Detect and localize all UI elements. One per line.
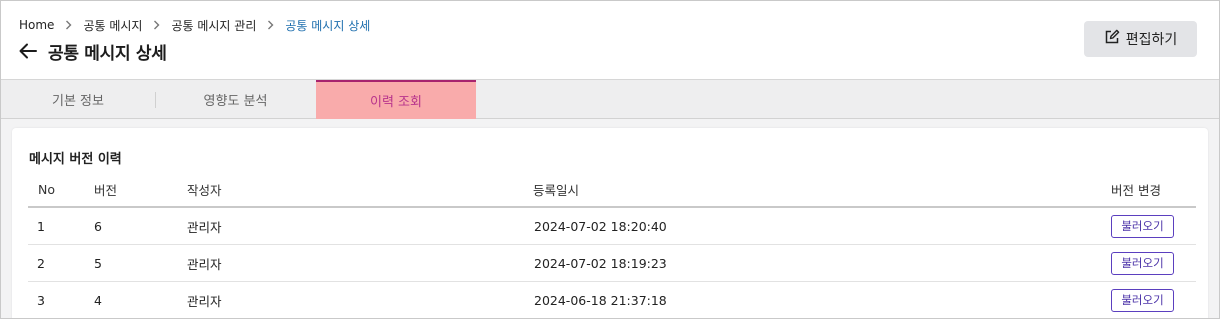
cell-version: 4 — [94, 292, 102, 308]
breadcrumb-common-message[interactable]: 공통 메시지 — [83, 17, 142, 34]
chevron-right-icon — [153, 20, 160, 30]
cell-author: 관리자 — [187, 293, 222, 309]
tab-impact-analysis[interactable]: 영향도 분석 — [155, 80, 316, 119]
cell-version: 5 — [94, 255, 102, 271]
section-title: 메시지 버전 이력 — [29, 152, 122, 167]
history-card: 메시지 버전 이력 No 버전 작성자 등록일시 버전 변경 1 6 관리자 2… — [12, 128, 1208, 318]
column-header-author: 작성자 — [187, 182, 222, 198]
page-header: Home 공통 메시지 공통 메시지 관리 공통 메시지 상세 공통 메시지 상… — [1, 1, 1219, 80]
edit-button-label: 편집하기 — [1125, 32, 1178, 48]
load-version-button[interactable]: 불러오기 — [1111, 288, 1174, 312]
column-header-version-change: 버전 변경 — [1111, 182, 1161, 198]
tab-history[interactable]: 이력 조회 — [316, 80, 476, 119]
table-header: No 버전 작성자 등록일시 버전 변경 — [28, 172, 1196, 208]
load-version-button[interactable]: 불러오기 — [1111, 251, 1174, 275]
cell-registered: 2024-07-02 18:19:23 — [534, 255, 667, 271]
cell-no: 1 — [37, 218, 45, 234]
title-row: 공통 메시지 상세 — [17, 39, 167, 64]
cell-version-change: 불러오기 — [1111, 208, 1174, 244]
history-table: No 버전 작성자 등록일시 버전 변경 1 6 관리자 2024-07-02 … — [28, 172, 1196, 318]
cell-no: 2 — [37, 255, 45, 271]
breadcrumb-home[interactable]: Home — [19, 18, 54, 32]
breadcrumb-message-management[interactable]: 공통 메시지 관리 — [171, 17, 256, 34]
column-header-registered: 등록일시 — [533, 182, 580, 198]
tab-bar: 기본 정보 영향도 분석 이력 조회 — [1, 80, 1219, 119]
app-frame: Home 공통 메시지 공통 메시지 관리 공통 메시지 상세 공통 메시지 상… — [0, 0, 1220, 319]
edit-button[interactable]: 편집하기 — [1084, 21, 1197, 57]
cell-version-change: 불러오기 — [1111, 245, 1174, 281]
page-title: 공통 메시지 상세 — [48, 43, 167, 64]
cell-author: 관리자 — [187, 219, 222, 235]
chevron-right-icon — [267, 20, 274, 30]
cell-version: 6 — [94, 218, 102, 234]
breadcrumb: Home 공통 메시지 공통 메시지 관리 공통 메시지 상세 — [19, 17, 370, 33]
cell-no: 3 — [37, 292, 45, 308]
table-row: 2 5 관리자 2024-07-02 18:19:23 불러오기 — [28, 245, 1196, 282]
edit-icon — [1104, 29, 1120, 49]
breadcrumb-current: 공통 메시지 상세 — [285, 18, 371, 33]
cell-author: 관리자 — [187, 256, 222, 272]
column-header-no: No — [38, 181, 55, 197]
cell-registered: 2024-06-18 21:37:18 — [534, 292, 667, 308]
table-row: 1 6 관리자 2024-07-02 18:20:40 불러오기 — [28, 208, 1196, 245]
load-version-button[interactable]: 불러오기 — [1111, 214, 1174, 238]
cell-version-change: 불러오기 — [1111, 282, 1174, 318]
chevron-right-icon — [65, 20, 72, 30]
column-header-version: 버전 — [94, 182, 118, 198]
tab-basic-info[interactable]: 기본 정보 — [1, 80, 155, 119]
cell-registered: 2024-07-02 18:20:40 — [534, 218, 667, 234]
back-arrow-icon[interactable] — [17, 40, 39, 62]
table-row: 3 4 관리자 2024-06-18 21:37:18 불러오기 — [28, 282, 1196, 318]
